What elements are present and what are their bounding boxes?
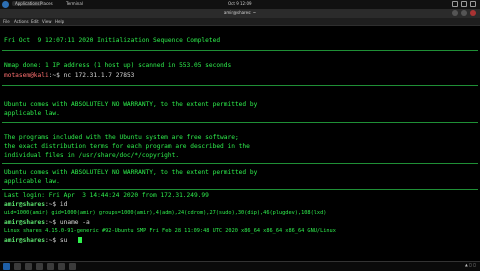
window-controls [452,10,476,16]
divider [2,122,478,123]
task-view-icon[interactable] [25,263,32,270]
browser-icon[interactable] [47,263,54,270]
close-button[interactable] [470,10,476,16]
warranty-line-cont: applicable law. [4,110,60,117]
prompt-path: :~$ [44,219,60,226]
places-menu[interactable]: Places [40,1,53,6]
prompt-path: :~$ [48,72,64,79]
menu-help[interactable]: Help [55,19,64,24]
command-text: uname -a [59,219,90,226]
prompt-user: motasem@kali [4,72,49,79]
motd-line: individual files in /usr/share/doc/*/cop… [4,152,180,159]
terminal-output[interactable]: Fri Oct 9 12:07:11 2020 Initialization S… [2,26,478,258]
clock[interactable]: Oct 9 12:09 [228,1,252,6]
network-icon[interactable] [452,1,458,7]
divider [2,50,478,51]
menu-file[interactable]: File [3,19,10,24]
id-output-line: uid=1000(amir) gid=1000(amir) groups=100… [4,210,327,216]
windows-start-icon[interactable] [3,263,10,270]
motd-line: The programs included with the Ubuntu sy… [4,134,239,141]
prompt-path: :~$ [44,201,60,208]
divider [2,163,478,164]
search-icon[interactable] [14,263,21,270]
nmap-summary-line: Nmap done: 1 IP address (1 host up) scan… [4,62,232,69]
openvpn-status-line: Fri Oct 9 12:07:11 2020 Initialization S… [4,37,221,44]
prompt-line: motasem@kali:~$ nc 172.31.1.7 27853 [4,72,134,79]
command-text: nc 172.31.1.7 27853 [63,72,135,79]
menu-edit[interactable]: Edit [31,19,39,24]
kali-logo-icon[interactable] [2,1,9,8]
vm-app-icon[interactable] [58,263,65,270]
file-explorer-icon[interactable] [36,263,43,270]
divider [2,189,478,190]
menu-view[interactable]: View [42,19,52,24]
warranty-line: Ubuntu comes with ABSOLUTELY NO WARRANTY… [4,101,258,108]
terminal-app-indicator[interactable]: Terminal [66,1,83,6]
text-cursor [78,237,82,243]
window-title: amir@shares: ~ [223,10,257,15]
motd-line: the exact distribution terms for each pr… [4,143,250,150]
volume-icon[interactable] [461,1,467,7]
terminal-app-icon[interactable] [69,263,76,270]
power-icon[interactable] [470,1,476,7]
applications-menu[interactable]: Applications [12,1,43,6]
prompt-line: amir@shares:~$ uname -a [4,219,90,226]
taskbar-tray[interactable]: ▲ ◻ ◻ [465,263,476,267]
system-tray [452,1,476,7]
prompt-user: amir@shares [4,201,45,208]
prompt-line: amir@shares:~$ su [4,237,67,244]
minimize-button[interactable] [452,10,458,16]
terminal-window: amir@shares: ~ File Actions Edit View He… [0,9,480,261]
prompt-path: :~$ [44,237,60,244]
divider [2,85,478,86]
uname-output-line: Linux shares 4.15.0-91-generic #92-Ubunt… [4,228,336,234]
menu-bar: File Actions Edit View Help [0,18,480,26]
command-text: id [59,201,68,208]
prompt-user: amir@shares [4,237,45,244]
command-text: su [59,237,68,244]
maximize-button[interactable] [461,10,467,16]
window-titlebar[interactable]: amir@shares: ~ [0,9,480,18]
prompt-line: amir@shares:~$ id [4,201,67,208]
warranty-line: Ubuntu comes with ABSOLUTELY NO WARRANTY… [4,169,258,176]
menu-actions[interactable]: Actions [14,19,29,24]
prompt-user: amir@shares [4,219,45,226]
warranty-line-cont: applicable law. [4,178,60,185]
last-login-line: Last login: Fri Apr 3 14:44:24 2020 from… [4,192,209,199]
